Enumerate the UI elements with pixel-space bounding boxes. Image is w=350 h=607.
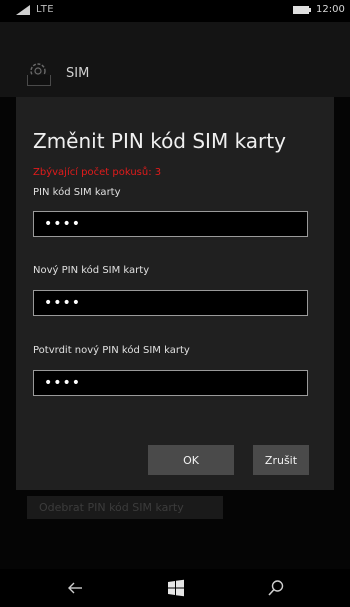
- status-bar: LTE 12:00: [0, 0, 350, 22]
- windows-start-icon[interactable]: [167, 579, 185, 597]
- app-title: SIM: [66, 66, 90, 81]
- status-time: 12:00: [316, 4, 345, 15]
- dialog-title: Změnit PIN kód SIM karty: [33, 129, 286, 153]
- remove-pin-button[interactable]: Odebrat PIN kód SIM karty: [27, 496, 223, 519]
- navigation-bar: [0, 569, 350, 607]
- network-type: LTE: [36, 4, 55, 15]
- change-pin-dialog: Změnit PIN kód SIM karty Zbývající počet…: [16, 97, 334, 490]
- new-pin-label: Nový PIN kód SIM karty: [33, 265, 150, 276]
- app-header: SIM: [0, 22, 350, 97]
- cancel-button[interactable]: Zrušit: [253, 445, 309, 475]
- back-arrow-icon[interactable]: [66, 579, 84, 597]
- background-list-item: [27, 75, 51, 86]
- attempts-remaining-text: Zbývající počet pokusů: 3: [33, 167, 162, 178]
- current-pin-label: PIN kód SIM karty: [33, 187, 121, 198]
- confirm-pin-input[interactable]: ••••: [33, 370, 308, 396]
- signal-icon: [16, 5, 30, 15]
- new-pin-input[interactable]: ••••: [33, 290, 308, 316]
- confirm-pin-label: Potvrdit nový PIN kód SIM karty: [33, 345, 190, 356]
- search-icon[interactable]: [267, 579, 285, 597]
- current-pin-input[interactable]: ••••: [33, 211, 308, 237]
- battery-icon: [293, 6, 311, 14]
- ok-button[interactable]: OK: [148, 445, 234, 475]
